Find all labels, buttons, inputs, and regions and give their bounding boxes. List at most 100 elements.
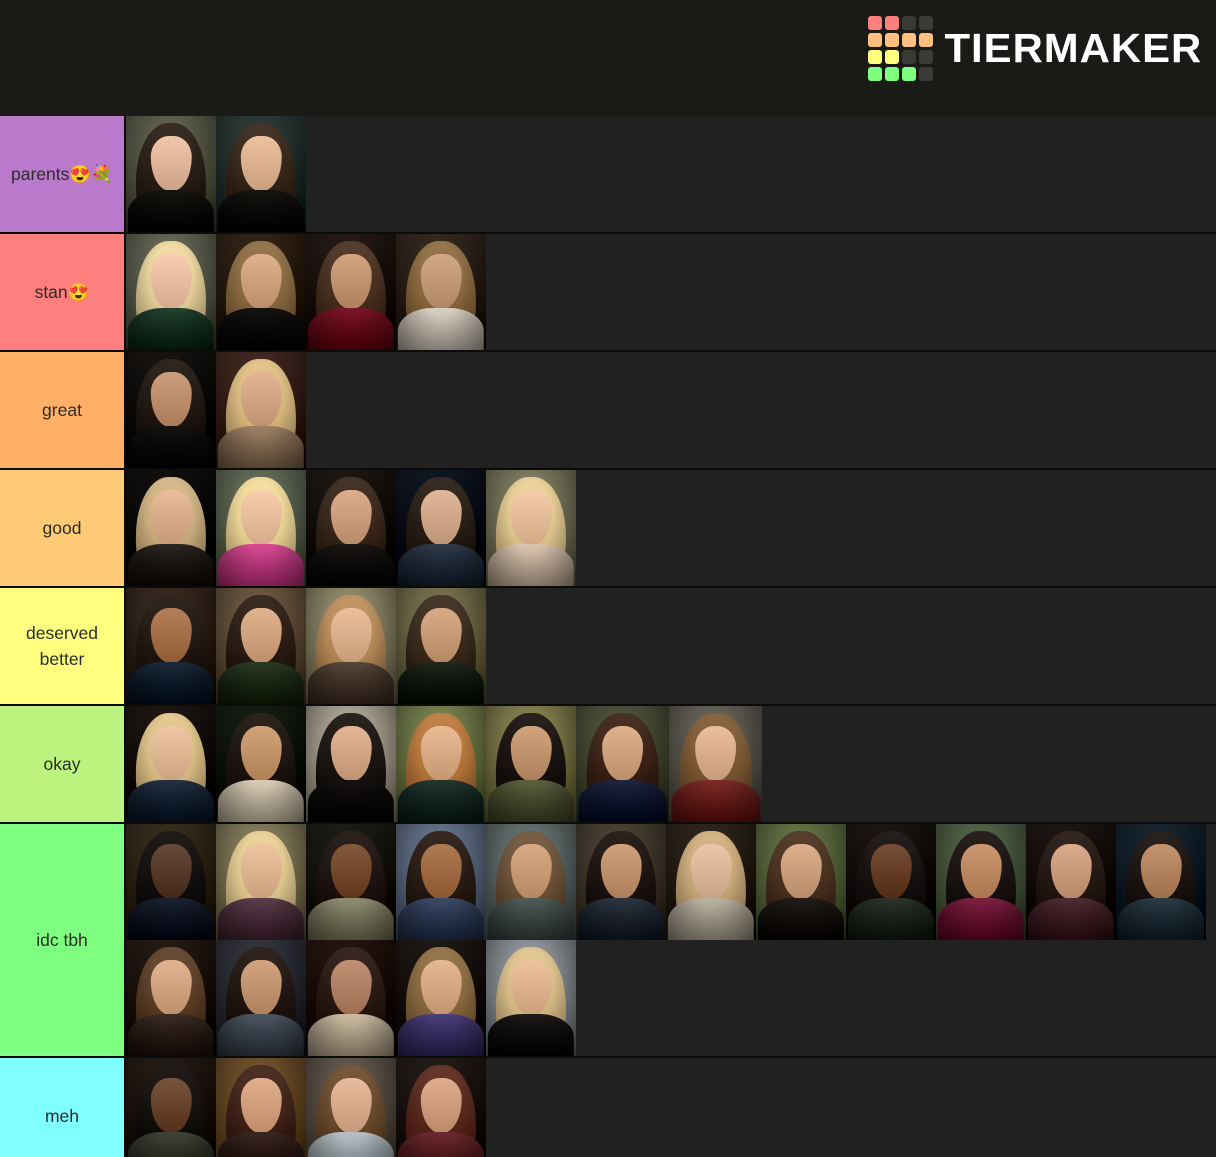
thumbnail-image xyxy=(936,824,1026,940)
tier-item-liv-parker[interactable] xyxy=(216,824,306,940)
logo-cell-r2-c2 xyxy=(885,32,900,47)
logo-cell-r4-c3 xyxy=(902,66,917,81)
thumbnail-image xyxy=(306,470,396,586)
tier-item-marcel-gerard[interactable] xyxy=(846,824,936,940)
tier-item-josie-saltzman-blonde[interactable] xyxy=(126,706,216,822)
tier-items-4[interactable] xyxy=(126,588,1216,704)
thumbnail-image xyxy=(126,352,216,468)
logo-cell-r4-c4 xyxy=(919,66,934,81)
logo-cell-r1-c4 xyxy=(919,15,934,30)
tier-item-rafael-waithe[interactable] xyxy=(486,706,576,822)
tier-item-jed-tien[interactable] xyxy=(126,824,216,940)
tier-row-2: great xyxy=(0,350,1216,468)
tier-row-0: parents😍💐 xyxy=(0,116,1216,232)
thumbnail-image xyxy=(396,588,486,704)
logo-cell-r3-c1 xyxy=(868,49,883,64)
tier-item-landon-kirby[interactable] xyxy=(396,706,486,822)
tiermaker-tier-list: TIERMAKER parents😍💐 stan😍 great good deserve… xyxy=(0,0,1216,1157)
tier-item-emily-bennett[interactable] xyxy=(306,940,396,1056)
tier-label-3[interactable]: good xyxy=(0,470,126,586)
tier-item-jo-laughlin[interactable] xyxy=(486,470,576,586)
tier-item-luke-parker[interactable] xyxy=(216,940,306,1056)
thumbnail-image xyxy=(126,470,216,586)
tier-item-jesse-or-male[interactable] xyxy=(396,940,486,1056)
thumbnail-image xyxy=(486,824,576,940)
tier-item-kol-mikaelson[interactable] xyxy=(306,1058,396,1157)
tier-item-hope-mikaelson[interactable] xyxy=(576,706,669,822)
tier-items-3[interactable] xyxy=(126,470,1216,586)
tier-item-rebekah-mikaelson[interactable] xyxy=(216,352,306,468)
tier-item-bonnie-bennett[interactable] xyxy=(126,588,216,704)
tier-item-sybil-or-female[interactable] xyxy=(396,1058,486,1157)
tier-item-davina-claire[interactable] xyxy=(216,588,306,704)
logo-cell-r4-c1 xyxy=(868,66,883,81)
tier-label-5[interactable]: okay xyxy=(0,706,126,822)
tier-item-milton-greasley[interactable] xyxy=(396,824,486,940)
logo-cell-r2-c1 xyxy=(868,32,883,47)
tier-label-0[interactable]: parents😍💐 xyxy=(0,116,126,232)
tier-item-mg-or-alyssa[interactable] xyxy=(669,706,762,822)
thumbnail-image xyxy=(396,940,486,1056)
tier-item-alaric-saltzman[interactable] xyxy=(396,588,486,704)
tier-items-1[interactable] xyxy=(126,234,1216,350)
logo-cell-r3-c4 xyxy=(919,49,934,64)
logo-cell-r2-c3 xyxy=(902,32,917,47)
tier-item-anna-or-female[interactable] xyxy=(1026,824,1116,940)
tier-item-elena-gilbert[interactable] xyxy=(216,116,306,232)
tier-item-caroline-forbes[interactable] xyxy=(216,470,306,586)
thumbnail-image xyxy=(486,940,576,1056)
logo-cell-r1-c1 xyxy=(868,15,883,30)
tier-item-camille-oconnell[interactable] xyxy=(486,940,576,1056)
thumbnail-image xyxy=(216,116,306,232)
tier-label-2[interactable]: great xyxy=(0,352,126,468)
thumbnail-image xyxy=(396,706,486,822)
tier-item-enzo-st-john[interactable] xyxy=(936,824,1026,940)
tier-item-vicki-donovan[interactable] xyxy=(126,940,216,1056)
tier-items-7[interactable] xyxy=(126,1058,1216,1157)
tier-label-7[interactable]: meh xyxy=(0,1058,126,1157)
tier-item-vincent-or-female[interactable] xyxy=(756,824,846,940)
thumbnail-image xyxy=(396,824,486,940)
logo-grid-icon xyxy=(868,15,934,81)
tier-item-hayley-marshall[interactable] xyxy=(306,234,396,350)
thumbnail-image xyxy=(306,706,396,822)
tier-item-josie-saltzman[interactable] xyxy=(216,706,306,822)
thumbnail-image xyxy=(1116,824,1206,940)
tier-item-freya-mikaelson[interactable] xyxy=(126,470,216,586)
tier-label-1[interactable]: stan😍 xyxy=(0,234,126,350)
tier-label-4[interactable]: deserved better xyxy=(0,588,126,704)
tier-row-3: good xyxy=(0,468,1216,586)
tier-item-kaleb-hawkins[interactable] xyxy=(306,824,396,940)
tier-item-kai-parker[interactable] xyxy=(396,470,486,586)
thumbnail-image xyxy=(846,824,936,940)
tier-item-vincent-griffith[interactable] xyxy=(126,1058,216,1157)
tier-items-6[interactable] xyxy=(126,824,1216,1056)
thumbnail-image xyxy=(216,588,306,704)
tier-label-6[interactable]: idc tbh xyxy=(0,824,126,1056)
tier-item-matt-donovan[interactable] xyxy=(216,234,306,350)
tier-item-john-gilbert[interactable] xyxy=(486,824,576,940)
thumbnail-image xyxy=(216,352,306,468)
tier-item-jenna-sommers[interactable] xyxy=(306,588,396,704)
tier-item-stefan-salvatore[interactable] xyxy=(126,116,216,232)
tier-items-0[interactable] xyxy=(126,116,1216,232)
tier-item-lizzie-saltzman[interactable] xyxy=(126,234,216,350)
tier-item-elijah-mikaelson[interactable] xyxy=(126,352,216,468)
tier-items-5[interactable] xyxy=(126,706,1216,822)
thumbnail-image xyxy=(126,234,216,350)
tier-items-2[interactable] xyxy=(126,352,1216,468)
thumbnail-image xyxy=(216,706,306,822)
tier-item-katherine-pierce[interactable] xyxy=(306,470,396,586)
tier-row-5: okay xyxy=(0,704,1216,822)
thumbnail-image xyxy=(306,588,396,704)
logo-wordmark: TIERMAKER xyxy=(944,24,1203,71)
tier-item-tyler-lockwood[interactable] xyxy=(576,824,666,940)
tier-item-jeremy-gilbert[interactable] xyxy=(1116,824,1206,940)
logo-cell-r1-c3 xyxy=(902,15,917,30)
thumbnail-image xyxy=(756,824,846,940)
tiermaker-logo[interactable]: TIERMAKER xyxy=(868,15,1203,81)
tier-item-aurora-de-martel[interactable] xyxy=(396,234,486,350)
tier-item-nadia-petrova[interactable] xyxy=(216,1058,306,1157)
tier-item-kol-mikaelson-alt[interactable] xyxy=(666,824,756,940)
tier-item-damon-salvatore[interactable] xyxy=(306,706,396,822)
